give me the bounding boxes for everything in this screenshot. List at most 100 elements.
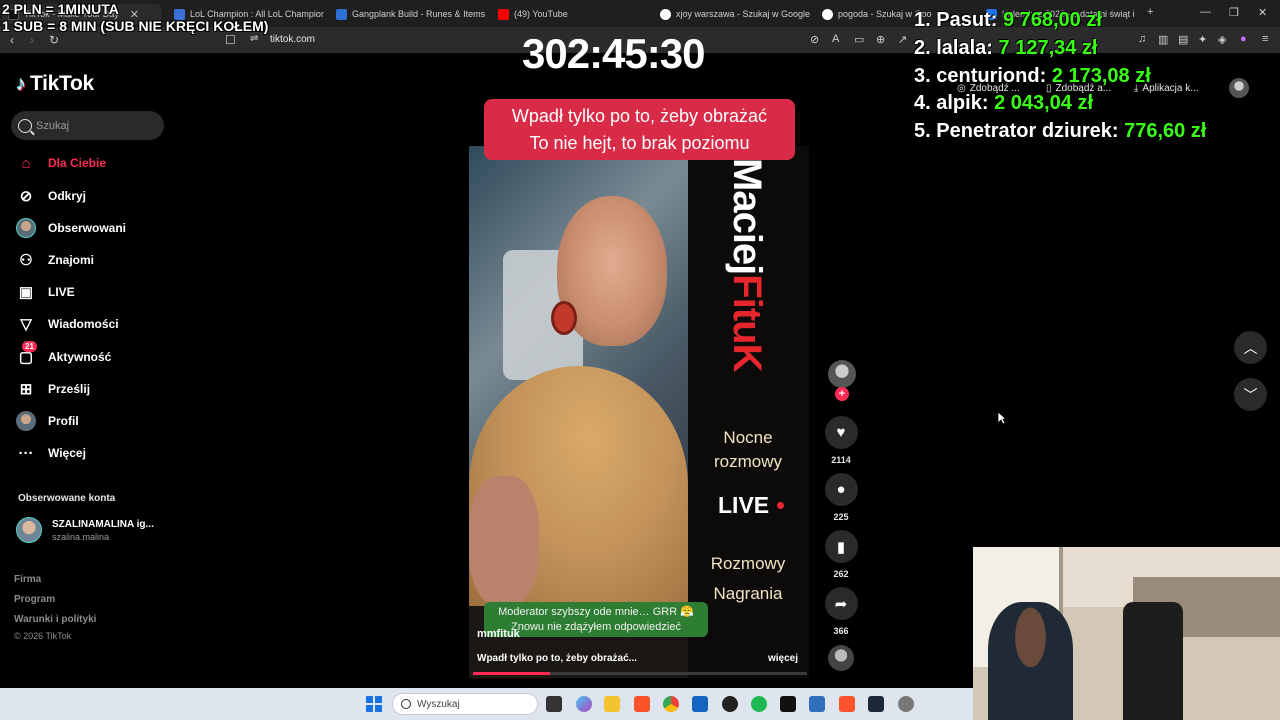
translate-icon[interactable]: A [832,33,839,45]
share-count: 366 [833,626,849,636]
menu-icon[interactable]: ≡ [1262,33,1268,45]
obs-icon[interactable] [722,696,738,712]
windows-start-icon[interactable] [366,696,382,712]
caption-line-2: To nie hejt, to brak poziomu [529,133,750,153]
minimize-icon[interactable]: — [1200,6,1211,18]
nav-item-obserwowani[interactable]: Obserwowani [16,217,126,239]
tab-gangplank[interactable]: Gangplank Build - Runes & Items Pa [336,4,486,24]
nav-item-wiecej[interactable]: ··· Więcej [16,442,86,464]
leader-rank: 3. [914,65,931,87]
nav-item-odkryj[interactable]: ⊘ Odkryj [16,185,86,207]
back-icon[interactable]: ‹ [10,33,14,47]
tiktok-wordmark: TikTok [30,72,94,95]
send-icon: ▽ [20,316,32,333]
label-rozmowy-2: Rozmowy [710,554,786,573]
search-box[interactable] [11,111,164,140]
profile-avatar[interactable] [1229,78,1249,98]
nav-item-wiadomosci[interactable]: ▽ Wiadomości [16,313,118,335]
label-nagrania: Nagrania [713,584,783,603]
leader-rank: 5. [914,120,931,142]
taskbar-search[interactable]: Wyszukaj [392,693,538,715]
eye-off-icon[interactable]: ⊘ [810,33,819,46]
zoom-icon[interactable]: ⊕ [876,33,885,46]
tab-label: xjoy warszawa - Szukaj w Google [676,9,810,19]
share-icon[interactable]: ↗ [898,33,907,46]
save-button[interactable]: ▮ 262 [823,530,859,579]
copilot-icon[interactable] [576,696,592,712]
video-progress-bar[interactable] [473,672,807,675]
url-text[interactable]: tiktok.com [270,34,315,45]
steam-icon[interactable] [868,696,884,712]
like-button[interactable]: ♥ 2114 [823,416,859,465]
tab-youtube[interactable]: (49) YouTube [498,4,648,24]
music-disc-icon[interactable] [828,645,854,671]
video-arm [469,476,539,606]
app-icon[interactable] [780,696,796,712]
file-explorer-icon[interactable] [604,696,620,712]
video-author[interactable]: mmfituk [477,628,520,640]
webcam-feed [973,547,1280,720]
extensions-icon[interactable]: ✦ [1198,33,1207,46]
task-view-icon[interactable] [546,696,562,712]
bookmark-icon: ▮ [824,530,858,563]
live-dot-icon [777,502,785,509]
nav-item-znajomi[interactable]: ⚇ Znajomi [16,249,94,271]
subathon-timer: 302:45:30 [522,30,705,77]
previous-video-button[interactable]: ︿ [1234,331,1267,364]
nav-label: Obserwowani [48,221,127,235]
vpn-icon[interactable]: ● [1240,33,1247,45]
site-info-icon[interactable]: ⇌ [250,33,258,44]
taskbar-search-placeholder: Wyszukaj [417,698,460,710]
follow-plus-icon[interactable]: + [835,387,849,401]
comment-button[interactable]: ● 225 [823,473,859,522]
brave-icon[interactable] [634,696,650,712]
more-icon: ··· [18,444,34,462]
nav-item-aktywnosc[interactable]: ▢ 21 Aktywność [16,341,111,368]
leaderboard-row: 3. centuriond: 2 173,08 zł [914,65,1151,88]
bookmark-icon[interactable]: ☐ [225,33,236,47]
brave-icon[interactable] [839,696,855,712]
leader-amount: 7 127,34 zł [998,37,1098,59]
spotify-icon[interactable] [751,696,767,712]
tiktok-logo[interactable]: ♪ TikTok [16,72,94,96]
maximize-icon[interactable]: ❐ [1229,6,1239,19]
webcam-chair [1123,602,1183,720]
followed-accounts-title: Obserwowane konta [18,493,116,504]
footer-link-program[interactable]: Program [14,594,55,605]
tab-google-xjoy[interactable]: xjoy warszawa - Szukaj w Google [660,4,810,24]
comment-icon: ● [824,473,858,506]
sidebar-icon[interactable]: ▥ [1158,33,1168,46]
author-avatar[interactable] [828,360,856,388]
chrome-icon[interactable] [663,696,679,712]
close-window-icon[interactable]: ✕ [1258,6,1267,19]
more-link[interactable]: więcej [768,653,798,664]
search-input[interactable] [36,119,156,132]
footer-link-terms[interactable]: Warunki i polityki [14,614,96,625]
nav-item-przeslij[interactable]: ⊞ Prześlij [16,378,90,400]
following-avatar [16,218,36,238]
live-icon: ▣ [18,284,34,301]
video-player[interactable]: MaciejFituK Nocne rozmowy LIVE Rozmowy N… [469,146,809,678]
shield-icon[interactable]: ◈ [1218,33,1226,46]
nav-item-dla-ciebie[interactable]: ⌂ Dla Ciebie [16,152,106,174]
reload-icon[interactable]: ↻ [49,33,59,47]
footer-link-firma[interactable]: Firma [14,574,41,585]
tab-label: Gangplank Build - Runes & Items Pa [352,9,486,19]
followed-account[interactable]: SZALINAMALINA ig... szalina.malina [16,517,154,543]
store-icon[interactable] [692,696,708,712]
video-live-label: LIVE [718,492,785,519]
share-button[interactable]: ➦ 366 [823,587,859,636]
cast-icon[interactable]: ▭ [854,33,864,46]
settings-icon[interactable] [898,696,914,712]
wallet-icon[interactable]: ▤ [1178,33,1188,46]
like-count: 2114 [831,455,851,465]
app-icon[interactable] [809,696,825,712]
new-tab-icon[interactable]: + [1147,6,1153,18]
tiktok-note-icon: ♪ [16,72,26,95]
comment-count: 225 [833,512,849,522]
forward-icon[interactable]: › [30,33,34,47]
next-video-button[interactable]: ﹀ [1234,378,1267,411]
music-icon[interactable]: ♫ [1138,33,1146,45]
nav-item-profil[interactable]: Profil [16,410,79,432]
nav-item-live[interactable]: ▣ LIVE [16,281,75,303]
